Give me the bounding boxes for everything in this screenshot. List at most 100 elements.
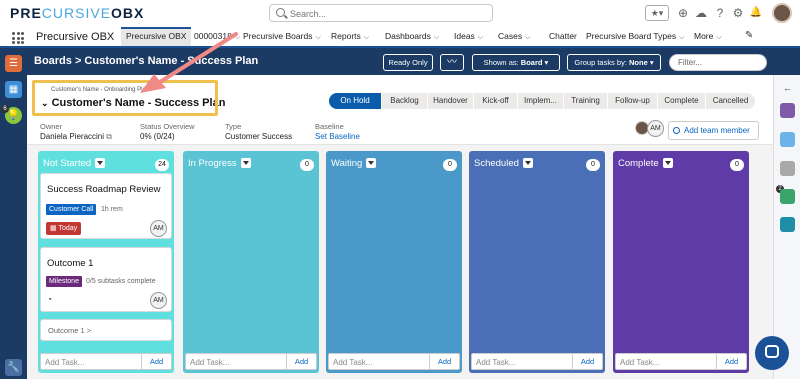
owner-label: Owner (40, 122, 63, 131)
add-task-row: Add Task... Add (185, 353, 317, 370)
user-avatar[interactable] (772, 3, 792, 23)
filter-input[interactable]: Filter... (669, 54, 767, 71)
chevron-down-icon[interactable]: ⌵ (478, 34, 483, 41)
list-icon[interactable] (780, 103, 795, 118)
due-today-badge: ▦ Today (46, 222, 82, 235)
chat-launcher-button[interactable] (755, 336, 789, 370)
collapse-arrow-icon[interactable]: ← (783, 83, 792, 93)
card-title: Outcome 1 > (48, 326, 92, 335)
activity-icon[interactable]: 〰 (440, 54, 464, 71)
column-menu-icon[interactable] (366, 158, 377, 169)
column-in-progress: In Progress 0 Add Task... Add (183, 151, 319, 373)
stage-cancelled[interactable]: Cancelled (705, 93, 755, 109)
assignee-avatar[interactable]: AM (150, 220, 167, 237)
cloud-icon[interactable]: ☁ (694, 5, 708, 21)
edit-nav-icon[interactable]: ✎ (745, 30, 753, 41)
task-card[interactable]: Outcome 1 Milestone 0/5 subtasks complet… (40, 247, 172, 312)
add-task-button[interactable]: Add (572, 354, 602, 369)
nav-item-chatter[interactable]: Chatter (549, 27, 577, 46)
chevron-down-icon[interactable]: ⌵ (716, 34, 721, 41)
add-task-input[interactable]: Add Task... (190, 358, 229, 367)
column-menu-icon[interactable] (662, 158, 673, 169)
add-task-input[interactable]: Add Task... (620, 358, 659, 367)
app-name: Precursive OBX (36, 31, 115, 43)
people-icon[interactable] (780, 189, 795, 204)
column-scheduled: Scheduled 0 Add Task... Add (469, 151, 605, 373)
favorites-button[interactable]: ★▾ (645, 5, 669, 21)
app-launcher-icon[interactable] (12, 32, 24, 44)
settings-icon[interactable]: ⚙ (731, 5, 745, 21)
list-icon[interactable]: ☰ (5, 55, 22, 72)
add-task-row: Add Task... Add (615, 353, 747, 370)
column-title: Waiting (331, 158, 377, 169)
wrench-icon[interactable]: 🔧 (5, 359, 22, 376)
add-person-icon (673, 127, 680, 134)
search-icon (276, 8, 285, 17)
add-task-input[interactable]: Add Task... (45, 358, 84, 367)
global-header: PRECURSIVEOBX ★▾ ⊕ ☁ ? ⚙ 🔔 (0, 0, 800, 27)
add-task-input[interactable]: Add Task... (333, 358, 372, 367)
column-menu-icon[interactable] (95, 158, 106, 169)
left-utility-rail: ☰ ▦ 💡 6 🔧 (0, 49, 27, 379)
layout-icon[interactable] (780, 217, 795, 232)
add-task-button[interactable]: Add (716, 354, 746, 369)
assignee-avatar[interactable]: AM (150, 292, 167, 309)
pulse-icon[interactable] (780, 132, 795, 147)
column-title: Scheduled (474, 158, 533, 169)
nav-item-dashboards[interactable]: Dashboards ⌵ (385, 27, 439, 46)
nav-item-record-tab[interactable]: 00000318 ⌵ (194, 27, 240, 46)
stage-kick-off[interactable]: Kick-off (473, 93, 517, 109)
stage-handover[interactable]: Handover (427, 93, 473, 109)
notifications-icon[interactable]: 🔔 (749, 5, 763, 21)
nav-item-more[interactable]: More ⌵ (694, 27, 722, 46)
chevron-down-icon[interactable]: ⌵ (679, 34, 684, 41)
column-count: 0 (300, 159, 314, 171)
column-waiting: Waiting 0 Add Task... Add (326, 151, 462, 373)
group-tasks-dropdown[interactable]: Group tasks by: None ▾ (567, 54, 661, 71)
add-task-button[interactable]: Add (286, 354, 316, 369)
add-task-button[interactable]: Add (429, 354, 459, 369)
logo-text-cursive: CURSIVE (41, 5, 112, 21)
stage-implementation[interactable]: Implem... (517, 93, 563, 109)
task-card[interactable]: Outcome 1 > (40, 319, 172, 341)
app-logo[interactable]: PRECURSIVEOBX (10, 5, 144, 21)
nav-item-precursive-obx[interactable]: Precursive OBX (121, 27, 192, 46)
add-task-row: Add Task... Add (40, 353, 172, 370)
help-icon[interactable]: ? (713, 5, 727, 21)
add-task-button[interactable]: Add (141, 354, 171, 369)
chevron-down-icon[interactable]: ⌵ (525, 34, 530, 41)
chevron-down-icon[interactable]: ⌵ (364, 34, 369, 41)
stage-training[interactable]: Training (563, 93, 607, 109)
subtask-progress: 0/5 subtasks complete (86, 278, 156, 285)
add-team-member-button[interactable]: Add team member (668, 121, 759, 140)
board-icon[interactable]: ▦ (5, 81, 22, 98)
chevron-down-icon[interactable]: ⌵ (315, 34, 320, 41)
nav-item-cases[interactable]: Cases ⌵ (498, 27, 530, 46)
chevron-down-icon[interactable]: ⌵ (235, 34, 240, 41)
column-menu-icon[interactable] (240, 158, 251, 169)
set-baseline-link[interactable]: Set Baseline (315, 132, 360, 141)
search-input[interactable] (290, 7, 485, 20)
edit-owner-icon[interactable]: ⧉ (106, 132, 112, 141)
nav-item-reports[interactable]: Reports ⌵ (331, 27, 369, 46)
status-overview-label: Status Overview (140, 122, 195, 131)
nav-item-precursive-boards[interactable]: Precursive Boards ⌵ (243, 27, 321, 46)
column-count: 0 (443, 159, 457, 171)
stage-on-hold[interactable]: On Hold (329, 93, 381, 109)
global-search[interactable] (269, 4, 493, 22)
documents-icon[interactable] (780, 161, 795, 176)
type-value: Customer Success (225, 132, 293, 141)
nav-item-board-types[interactable]: Precursive Board Types ⌵ (586, 27, 684, 46)
add-task-input[interactable]: Add Task... (476, 358, 515, 367)
task-card[interactable]: Success Roadmap Review Customer Call 1h … (40, 173, 172, 239)
column-menu-icon[interactable] (522, 158, 533, 169)
chevron-down-icon[interactable]: ⌵ (434, 34, 439, 41)
ready-only-button[interactable]: Ready Only (383, 54, 433, 71)
stage-complete[interactable]: Complete (657, 93, 705, 109)
stage-backlog[interactable]: Backlog (381, 93, 427, 109)
stage-follow-up[interactable]: Follow-up (607, 93, 657, 109)
shown-as-dropdown[interactable]: Shown as: Board ▾ (472, 54, 560, 71)
member-avatar-initials[interactable]: AM (647, 120, 664, 137)
add-icon[interactable]: ⊕ (676, 5, 690, 21)
nav-item-ideas[interactable]: Ideas ⌵ (454, 27, 483, 46)
